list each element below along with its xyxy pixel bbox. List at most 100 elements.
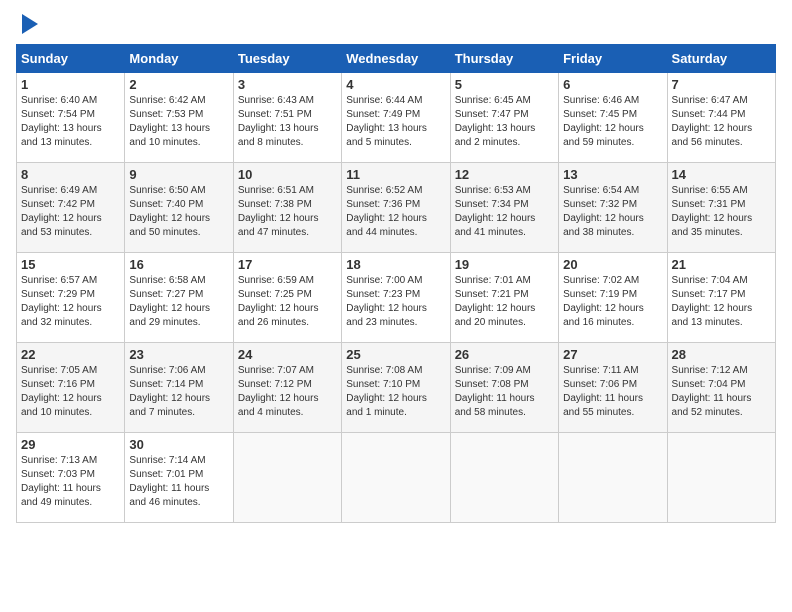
day-info: Sunrise: 7:00 AMSunset: 7:23 PMDaylight:… (346, 274, 445, 330)
calendar-cell: 18Sunrise: 7:00 AMSunset: 7:23 PMDayligh… (342, 253, 450, 343)
calendar-cell: 4Sunrise: 6:44 AMSunset: 7:49 PMDaylight… (342, 73, 450, 163)
day-info: Sunrise: 6:40 AMSunset: 7:54 PMDaylight:… (21, 94, 120, 150)
day-number: 29 (21, 437, 120, 452)
day-number: 3 (238, 77, 337, 92)
day-info: Sunrise: 7:05 AMSunset: 7:16 PMDaylight:… (21, 364, 120, 420)
day-info: Sunrise: 6:47 AMSunset: 7:44 PMDaylight:… (672, 94, 771, 150)
calendar-cell: 16Sunrise: 6:58 AMSunset: 7:27 PMDayligh… (125, 253, 233, 343)
day-info: Sunrise: 7:07 AMSunset: 7:12 PMDaylight:… (238, 364, 337, 420)
header-tuesday: Tuesday (233, 45, 341, 73)
day-info: Sunrise: 6:55 AMSunset: 7:31 PMDaylight:… (672, 184, 771, 240)
calendar-cell (559, 433, 667, 523)
calendar-cell: 7 Sunrise: 6:47 AMSunset: 7:44 PMDaylight… (667, 73, 775, 163)
calendar-cell (667, 433, 775, 523)
day-number: 25 (346, 347, 445, 362)
header-sunday: Sunday (17, 45, 125, 73)
calendar-cell: 23 Sunrise: 7:06 AMSunset: 7:14 PMDayligh… (125, 343, 233, 433)
calendar-cell (233, 433, 341, 523)
calendar-cell: 12 Sunrise: 6:53 AMSunset: 7:34 PMDayligh… (450, 163, 558, 253)
day-info: Sunrise: 7:04 AMSunset: 7:17 PMDaylight:… (672, 274, 771, 330)
calendar-cell: 26 Sunrise: 7:09 AMSunset: 7:08 PMDayligh… (450, 343, 558, 433)
day-info: Sunrise: 7:08 AMSunset: 7:10 PMDaylight:… (346, 364, 445, 420)
day-number: 20 (563, 257, 662, 272)
day-number: 6 (563, 77, 662, 92)
calendar-cell (342, 433, 450, 523)
calendar-cell: 3 Sunrise: 6:43 AMSunset: 7:51 PMDaylight… (233, 73, 341, 163)
calendar-cell: 17 Sunrise: 6:59 AMSunset: 7:25 PMDayligh… (233, 253, 341, 343)
calendar-week-1: 1 Sunrise: 6:40 AMSunset: 7:54 PMDaylight… (17, 73, 776, 163)
day-info: Sunrise: 6:43 AMSunset: 7:51 PMDaylight:… (238, 94, 337, 150)
calendar-cell: 6 Sunrise: 6:46 AMSunset: 7:45 PMDaylight… (559, 73, 667, 163)
day-info: Sunrise: 7:14 AMSunset: 7:01 PMDaylight:… (129, 454, 228, 510)
calendar-body: 1 Sunrise: 6:40 AMSunset: 7:54 PMDaylight… (17, 73, 776, 523)
day-number: 12 (455, 167, 554, 182)
header-thursday: Thursday (450, 45, 558, 73)
calendar-cell: 22 Sunrise: 7:05 AMSunset: 7:16 PMDayligh… (17, 343, 125, 433)
day-number: 8 (21, 167, 120, 182)
calendar-cell: 14Sunrise: 6:55 AMSunset: 7:31 PMDayligh… (667, 163, 775, 253)
day-number: 28 (672, 347, 771, 362)
day-info: Sunrise: 6:46 AMSunset: 7:45 PMDaylight:… (563, 94, 662, 150)
calendar-cell: 13Sunrise: 6:54 AMSunset: 7:32 PMDayligh… (559, 163, 667, 253)
calendar-week-4: 22 Sunrise: 7:05 AMSunset: 7:16 PMDayligh… (17, 343, 776, 433)
calendar-cell: 9 Sunrise: 6:50 AMSunset: 7:40 PMDaylight… (125, 163, 233, 253)
day-info: Sunrise: 6:58 AMSunset: 7:27 PMDaylight:… (129, 274, 228, 330)
calendar-cell: 25 Sunrise: 7:08 AMSunset: 7:10 PMDayligh… (342, 343, 450, 433)
header-friday: Friday (559, 45, 667, 73)
day-info: Sunrise: 7:11 AMSunset: 7:06 PMDaylight:… (563, 364, 662, 420)
day-info: Sunrise: 7:09 AMSunset: 7:08 PMDaylight:… (455, 364, 554, 420)
page-header (16, 16, 776, 34)
day-number: 4 (346, 77, 445, 92)
header-monday: Monday (125, 45, 233, 73)
calendar-cell: 2 Sunrise: 6:42 AMSunset: 7:53 PMDaylight… (125, 73, 233, 163)
day-number: 26 (455, 347, 554, 362)
calendar-table: SundayMondayTuesdayWednesdayThursdayFrid… (16, 44, 776, 523)
day-info: Sunrise: 7:06 AMSunset: 7:14 PMDaylight:… (129, 364, 228, 420)
calendar-week-5: 29Sunrise: 7:13 AMSunset: 7:03 PMDayligh… (17, 433, 776, 523)
day-number: 19 (455, 257, 554, 272)
day-number: 7 (672, 77, 771, 92)
day-number: 22 (21, 347, 120, 362)
day-number: 9 (129, 167, 228, 182)
calendar-cell: 20 Sunrise: 7:02 AMSunset: 7:19 PMDayligh… (559, 253, 667, 343)
day-number: 23 (129, 347, 228, 362)
day-info: Sunrise: 6:42 AMSunset: 7:53 PMDaylight:… (129, 94, 228, 150)
day-number: 15 (21, 257, 120, 272)
calendar-cell: 21Sunrise: 7:04 AMSunset: 7:17 PMDayligh… (667, 253, 775, 343)
calendar-cell: 5 Sunrise: 6:45 AMSunset: 7:47 PMDaylight… (450, 73, 558, 163)
day-number: 1 (21, 77, 120, 92)
day-info: Sunrise: 7:12 AMSunset: 7:04 PMDaylight:… (672, 364, 771, 420)
day-info: Sunrise: 6:54 AMSunset: 7:32 PMDaylight:… (563, 184, 662, 240)
calendar-cell: 27 Sunrise: 7:11 AMSunset: 7:06 PMDayligh… (559, 343, 667, 433)
day-info: Sunrise: 6:49 AMSunset: 7:42 PMDaylight:… (21, 184, 120, 240)
day-number: 10 (238, 167, 337, 182)
calendar-cell: 30 Sunrise: 7:14 AMSunset: 7:01 PMDayligh… (125, 433, 233, 523)
day-info: Sunrise: 6:57 AMSunset: 7:29 PMDaylight:… (21, 274, 120, 330)
day-info: Sunrise: 6:59 AMSunset: 7:25 PMDaylight:… (238, 274, 337, 330)
day-number: 30 (129, 437, 228, 452)
day-number: 17 (238, 257, 337, 272)
calendar-week-3: 15 Sunrise: 6:57 AMSunset: 7:29 PMDayligh… (17, 253, 776, 343)
day-number: 11 (346, 167, 445, 182)
day-info: Sunrise: 6:45 AMSunset: 7:47 PMDaylight:… (455, 94, 554, 150)
calendar-cell: 29Sunrise: 7:13 AMSunset: 7:03 PMDayligh… (17, 433, 125, 523)
calendar-cell: 10 Sunrise: 6:51 AMSunset: 7:38 PMDayligh… (233, 163, 341, 253)
day-number: 2 (129, 77, 228, 92)
calendar-cell: 15 Sunrise: 6:57 AMSunset: 7:29 PMDayligh… (17, 253, 125, 343)
header-wednesday: Wednesday (342, 45, 450, 73)
day-number: 5 (455, 77, 554, 92)
day-number: 24 (238, 347, 337, 362)
day-info: Sunrise: 6:50 AMSunset: 7:40 PMDaylight:… (129, 184, 228, 240)
logo (16, 16, 38, 34)
day-info: Sunrise: 6:51 AMSunset: 7:38 PMDaylight:… (238, 184, 337, 240)
day-number: 27 (563, 347, 662, 362)
calendar-header-row: SundayMondayTuesdayWednesdayThursdayFrid… (17, 45, 776, 73)
day-info: Sunrise: 7:02 AMSunset: 7:19 PMDaylight:… (563, 274, 662, 330)
calendar-cell: 11Sunrise: 6:52 AMSunset: 7:36 PMDayligh… (342, 163, 450, 253)
calendar-cell: 19Sunrise: 7:01 AMSunset: 7:21 PMDayligh… (450, 253, 558, 343)
logo-arrow-icon (22, 14, 38, 34)
header-saturday: Saturday (667, 45, 775, 73)
calendar-cell: 8 Sunrise: 6:49 AMSunset: 7:42 PMDaylight… (17, 163, 125, 253)
day-info: Sunrise: 6:53 AMSunset: 7:34 PMDaylight:… (455, 184, 554, 240)
calendar-cell (450, 433, 558, 523)
